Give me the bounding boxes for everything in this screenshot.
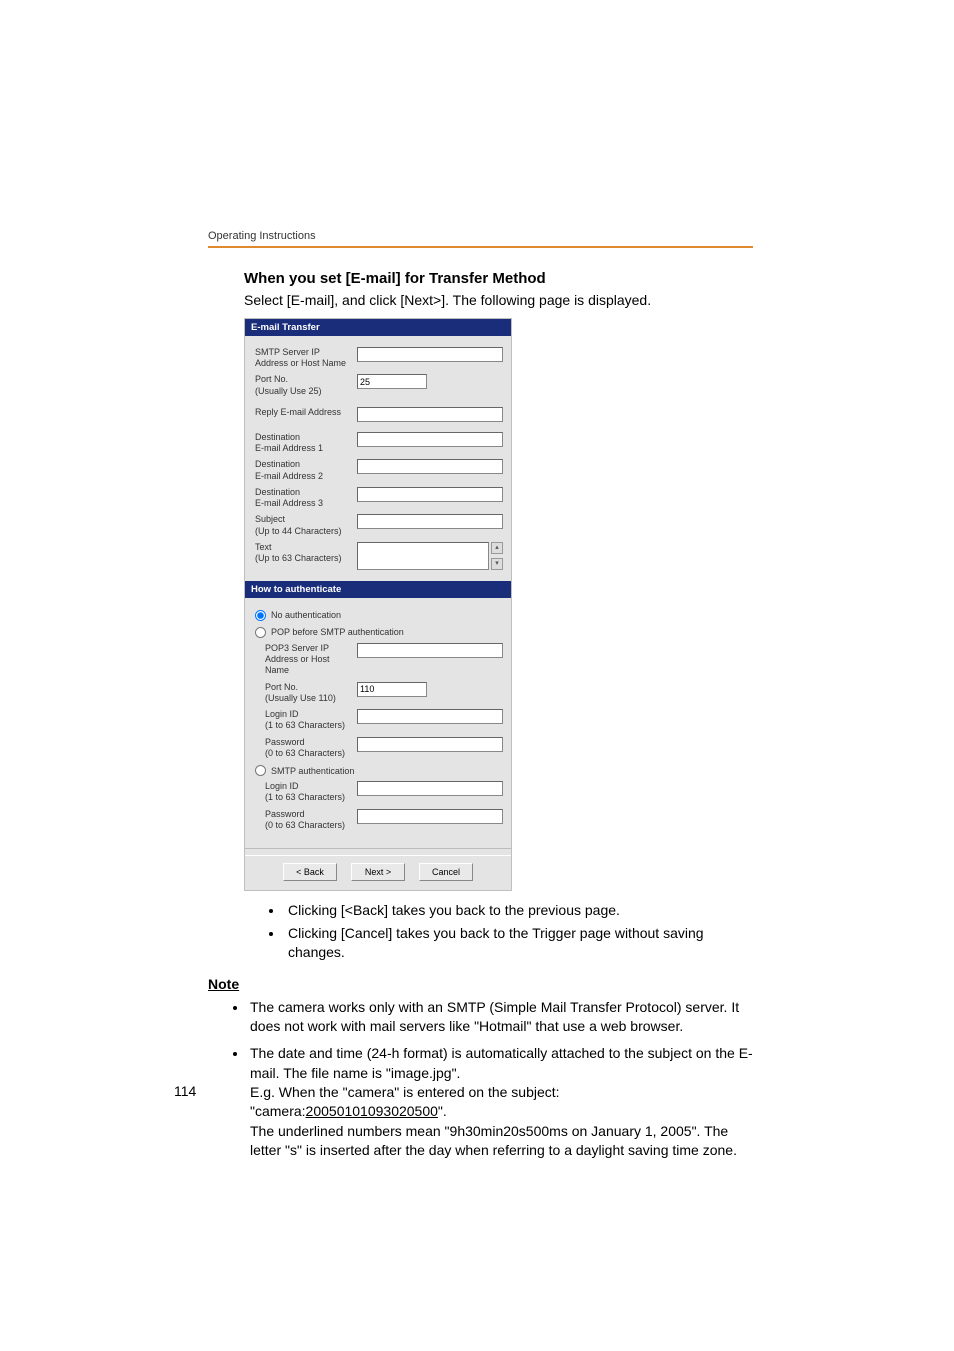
button-row: < Back Next > Cancel — [245, 855, 511, 890]
header-rule — [208, 246, 753, 248]
subject-input[interactable] — [357, 514, 503, 529]
pop-pw-label: Password (0 to 63 Characters) — [265, 737, 357, 760]
subject-label: Subject (Up to 44 Characters) — [255, 514, 357, 537]
pop3-server-input[interactable] — [357, 643, 503, 658]
auth-smtp-radio[interactable] — [255, 765, 266, 776]
smtp-login-input[interactable] — [357, 781, 503, 796]
note-line: ". — [438, 1103, 447, 1119]
panel-header-auth: How to authenticate — [245, 581, 511, 598]
note-line: E.g. When the "camera" is entered on the… — [250, 1084, 560, 1100]
dest1-label: Destination E-mail Address 1 — [255, 432, 357, 455]
auth-pop-label: POP before SMTP authentication — [271, 627, 404, 637]
reply-label: Reply E-mail Address — [255, 407, 357, 418]
smtp-login-label: Login ID (1 to 63 Characters) — [265, 781, 357, 804]
page-number: 114 — [174, 1083, 196, 1099]
section-intro: Select [E-mail], and click [Next>]. The … — [244, 291, 753, 310]
next-button[interactable]: Next > — [351, 863, 405, 881]
section-heading: When you set [E-mail] for Transfer Metho… — [244, 270, 753, 287]
content-area: When you set [E-mail] for Transfer Metho… — [208, 270, 753, 1160]
note-list: The camera works only with an SMTP (Simp… — [248, 998, 753, 1161]
pop-login-label: Login ID (1 to 63 Characters) — [265, 709, 357, 732]
pop3-server-label: POP3 Server IP Address or Host Name — [265, 643, 357, 677]
dest2-label: Destination E-mail Address 2 — [255, 459, 357, 482]
reply-input[interactable] — [357, 407, 503, 422]
textarea-scrollbar[interactable]: ▴ ▾ — [489, 542, 503, 570]
pop-pw-input[interactable] — [357, 737, 503, 752]
list-item: Clicking [<Back] takes you back to the p… — [284, 901, 753, 920]
note-line: "camera: — [250, 1103, 306, 1119]
list-item: Clicking [Cancel] takes you back to the … — [284, 924, 753, 962]
document-page: Operating Instructions When you set [E-m… — [0, 0, 954, 1351]
note-underlined: 20050101093020500 — [306, 1103, 438, 1119]
scroll-up-icon[interactable]: ▴ — [491, 542, 503, 554]
panel-header-email-transfer: E-mail Transfer — [245, 319, 511, 336]
auth-none-label: No authentication — [271, 610, 341, 620]
text-label: Text (Up to 63 Characters) — [255, 542, 357, 565]
text-input[interactable] — [357, 542, 489, 570]
cancel-button[interactable]: Cancel — [419, 863, 473, 881]
panel-body-1: SMTP Server IP Address or Host Name Port… — [245, 336, 511, 581]
auth-none-radio[interactable] — [255, 610, 266, 621]
list-item: The date and time (24-h format) is autom… — [248, 1044, 753, 1160]
port-label: Port No. (Usually Use 25) — [255, 374, 357, 397]
note-line: The underlined numbers mean "9h30min20s5… — [250, 1123, 737, 1158]
pop3-port-label: Port No. (Usually Use 110) — [265, 682, 357, 705]
note-heading: Note — [208, 976, 753, 992]
auth-pop-radio[interactable] — [255, 627, 266, 638]
after-panel-list: Clicking [<Back] takes you back to the p… — [284, 901, 753, 962]
smtp-server-input[interactable] — [357, 347, 503, 362]
pop3-port-input[interactable] — [357, 682, 427, 697]
smtp-pw-label: Password (0 to 63 Characters) — [265, 809, 357, 832]
pop-login-input[interactable] — [357, 709, 503, 724]
back-button[interactable]: < Back — [283, 863, 337, 881]
scroll-down-icon[interactable]: ▾ — [491, 558, 503, 570]
list-item: The camera works only with an SMTP (Simp… — [248, 998, 753, 1037]
dest2-input[interactable] — [357, 459, 503, 474]
dest3-label: Destination E-mail Address 3 — [255, 487, 357, 510]
smtp-server-label: SMTP Server IP Address or Host Name — [255, 347, 357, 370]
panel-separator — [245, 848, 511, 849]
email-transfer-panel: E-mail Transfer SMTP Server IP Address o… — [244, 318, 512, 891]
dest3-input[interactable] — [357, 487, 503, 502]
smtp-pw-input[interactable] — [357, 809, 503, 824]
dest1-input[interactable] — [357, 432, 503, 447]
running-header: Operating Instructions — [208, 230, 954, 242]
note-line: The date and time (24-h format) is autom… — [250, 1045, 753, 1080]
panel-body-2: No authentication POP before SMTP authen… — [245, 598, 511, 842]
auth-smtp-label: SMTP authentication — [271, 766, 354, 776]
port-input[interactable] — [357, 374, 427, 389]
